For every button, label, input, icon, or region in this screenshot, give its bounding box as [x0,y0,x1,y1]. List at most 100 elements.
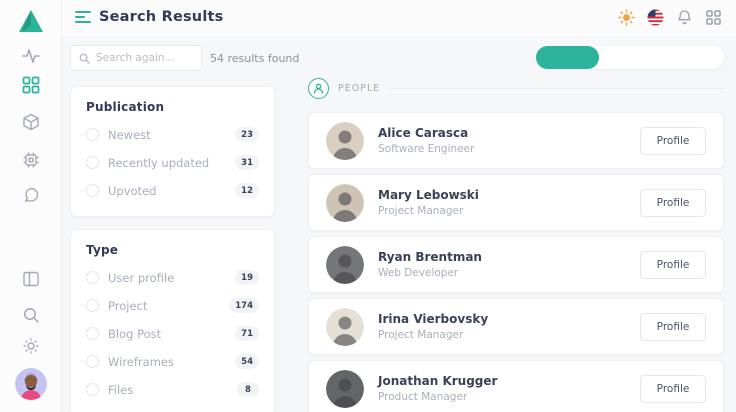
filter-options: Newest 23 Recently updated 31 Upvoted 12 [86,127,259,198]
person-avatar-photo [326,246,364,284]
filter-option[interactable]: Upvoted 12 [86,183,259,198]
activity-icon[interactable] [22,47,40,65]
tab-records[interactable] [661,46,724,69]
filter-option-label: Newest [108,128,235,142]
filters-column: Publication Newest 23 Recently updated 3… [70,86,275,412]
person-info: Mary Lebowski Project Manager [378,188,640,217]
person-card: Ryan Brentman Web Developer Profile [308,236,724,293]
person-role: Software Engineer [378,143,640,155]
sidebar [0,0,62,412]
cube-icon[interactable] [22,113,40,131]
search-again-box [70,45,202,71]
filter-count-badge: 71 [235,326,259,341]
search-icon[interactable] [22,306,40,324]
apps-grid-icon[interactable] [705,9,722,26]
radio-button[interactable] [86,383,99,396]
person-role: Product Manager [378,391,640,403]
person-name: Ryan Brentman [378,250,640,264]
menu-hamburger-icon[interactable] [75,11,91,24]
radio-button[interactable] [86,156,99,169]
section-divider [389,88,724,89]
filter-count-badge: 12 [235,183,259,198]
filter-option[interactable]: Project 174 [86,298,259,313]
person-avatar-photo [326,370,364,408]
person-card: Jonathan Krugger Product Manager Profile [308,360,724,412]
radio-button[interactable] [86,271,99,284]
filter-group-title: Type [86,243,259,257]
filter-option-label: Recently updated [108,156,235,170]
filter-count-badge: 31 [235,155,259,170]
filter-option[interactable]: User profile 19 [86,270,259,285]
person-avatar-photo [326,122,364,160]
profile-button[interactable]: Profile [640,189,706,217]
profile-button[interactable]: Profile [640,375,706,403]
tab-people[interactable] [599,46,662,69]
person-card: Alice Carasca Software Engineer Profile [308,112,724,169]
filter-count-badge: 23 [235,127,259,142]
people-section-header: PEOPLE [308,78,724,99]
person-card: Irina Vierbovsky Project Manager Profile [308,298,724,355]
filter-group-title: Publication [86,100,259,114]
profile-button[interactable]: Profile [640,251,706,279]
people-results-list: Alice Carasca Software Engineer Profile … [308,112,724,412]
tab-all[interactable] [536,46,599,69]
filter-group: Type User profile 19 Project 174 Blog Po… [70,229,275,412]
filter-options: User profile 19 Project 174 Blog Post 71… [86,270,259,397]
profile-button[interactable]: Profile [640,127,706,155]
profile-button[interactable]: Profile [640,313,706,341]
search-results-page: Search Results [0,0,736,412]
app-logo-icon[interactable] [17,8,45,34]
person-info: Jonathan Krugger Product Manager [378,374,640,403]
filter-option-label: Files [108,383,237,397]
filter-count-badge: 19 [235,270,259,285]
user-avatar[interactable] [15,368,47,400]
dashboard-grid-icon[interactable] [22,76,40,94]
radio-button[interactable] [86,184,99,197]
radio-button[interactable] [86,327,99,340]
page-title: Search Results [99,9,223,25]
filter-count-badge: 8 [237,382,259,397]
radio-button[interactable] [86,355,99,368]
filter-group: Publication Newest 23 Recently updated 3… [70,86,275,217]
person-name: Jonathan Krugger [378,374,640,388]
people-section-label: PEOPLE [338,83,380,94]
header-actions [618,9,722,26]
layout-panel-icon[interactable] [22,270,40,288]
filter-option[interactable]: Recently updated 31 [86,155,259,170]
filter-option[interactable]: Blog Post 71 [86,326,259,341]
filter-option-label: Upvoted [108,184,235,198]
filter-count-badge: 54 [235,354,259,369]
chip-icon[interactable] [22,151,40,169]
result-type-tabs [536,46,724,69]
person-role: Web Developer [378,267,640,279]
search-input[interactable] [96,52,193,64]
filter-option[interactable]: Files 8 [86,382,259,397]
person-name: Mary Lebowski [378,188,640,202]
search-input-icon [79,53,90,64]
theme-sun-icon[interactable] [618,9,635,26]
filter-option-label: Project [108,299,229,313]
person-avatar-photo [326,308,364,346]
person-name: Alice Carasca [378,126,640,140]
radio-button[interactable] [86,299,99,312]
filter-option-label: Blog Post [108,327,235,341]
filter-option[interactable]: Wireframes 54 [86,354,259,369]
radio-button[interactable] [86,128,99,141]
results-count-text: 54 results found [210,52,299,65]
person-info: Ryan Brentman Web Developer [378,250,640,279]
settings-gear-icon[interactable] [22,337,40,355]
person-info: Irina Vierbovsky Project Manager [378,312,640,341]
chat-icon[interactable] [22,186,40,204]
person-avatar-photo [326,184,364,222]
people-group-icon [308,78,329,99]
person-card: Mary Lebowski Project Manager Profile [308,174,724,231]
person-role: Project Manager [378,205,640,217]
person-name: Irina Vierbovsky [378,312,640,326]
language-flag-icon[interactable] [647,9,664,26]
notifications-bell-icon[interactable] [676,9,693,26]
person-role: Project Manager [378,329,640,341]
filter-option[interactable]: Newest 23 [86,127,259,142]
filter-count-badge: 174 [229,298,259,313]
person-info: Alice Carasca Software Engineer [378,126,640,155]
filter-option-label: Wireframes [108,355,235,369]
